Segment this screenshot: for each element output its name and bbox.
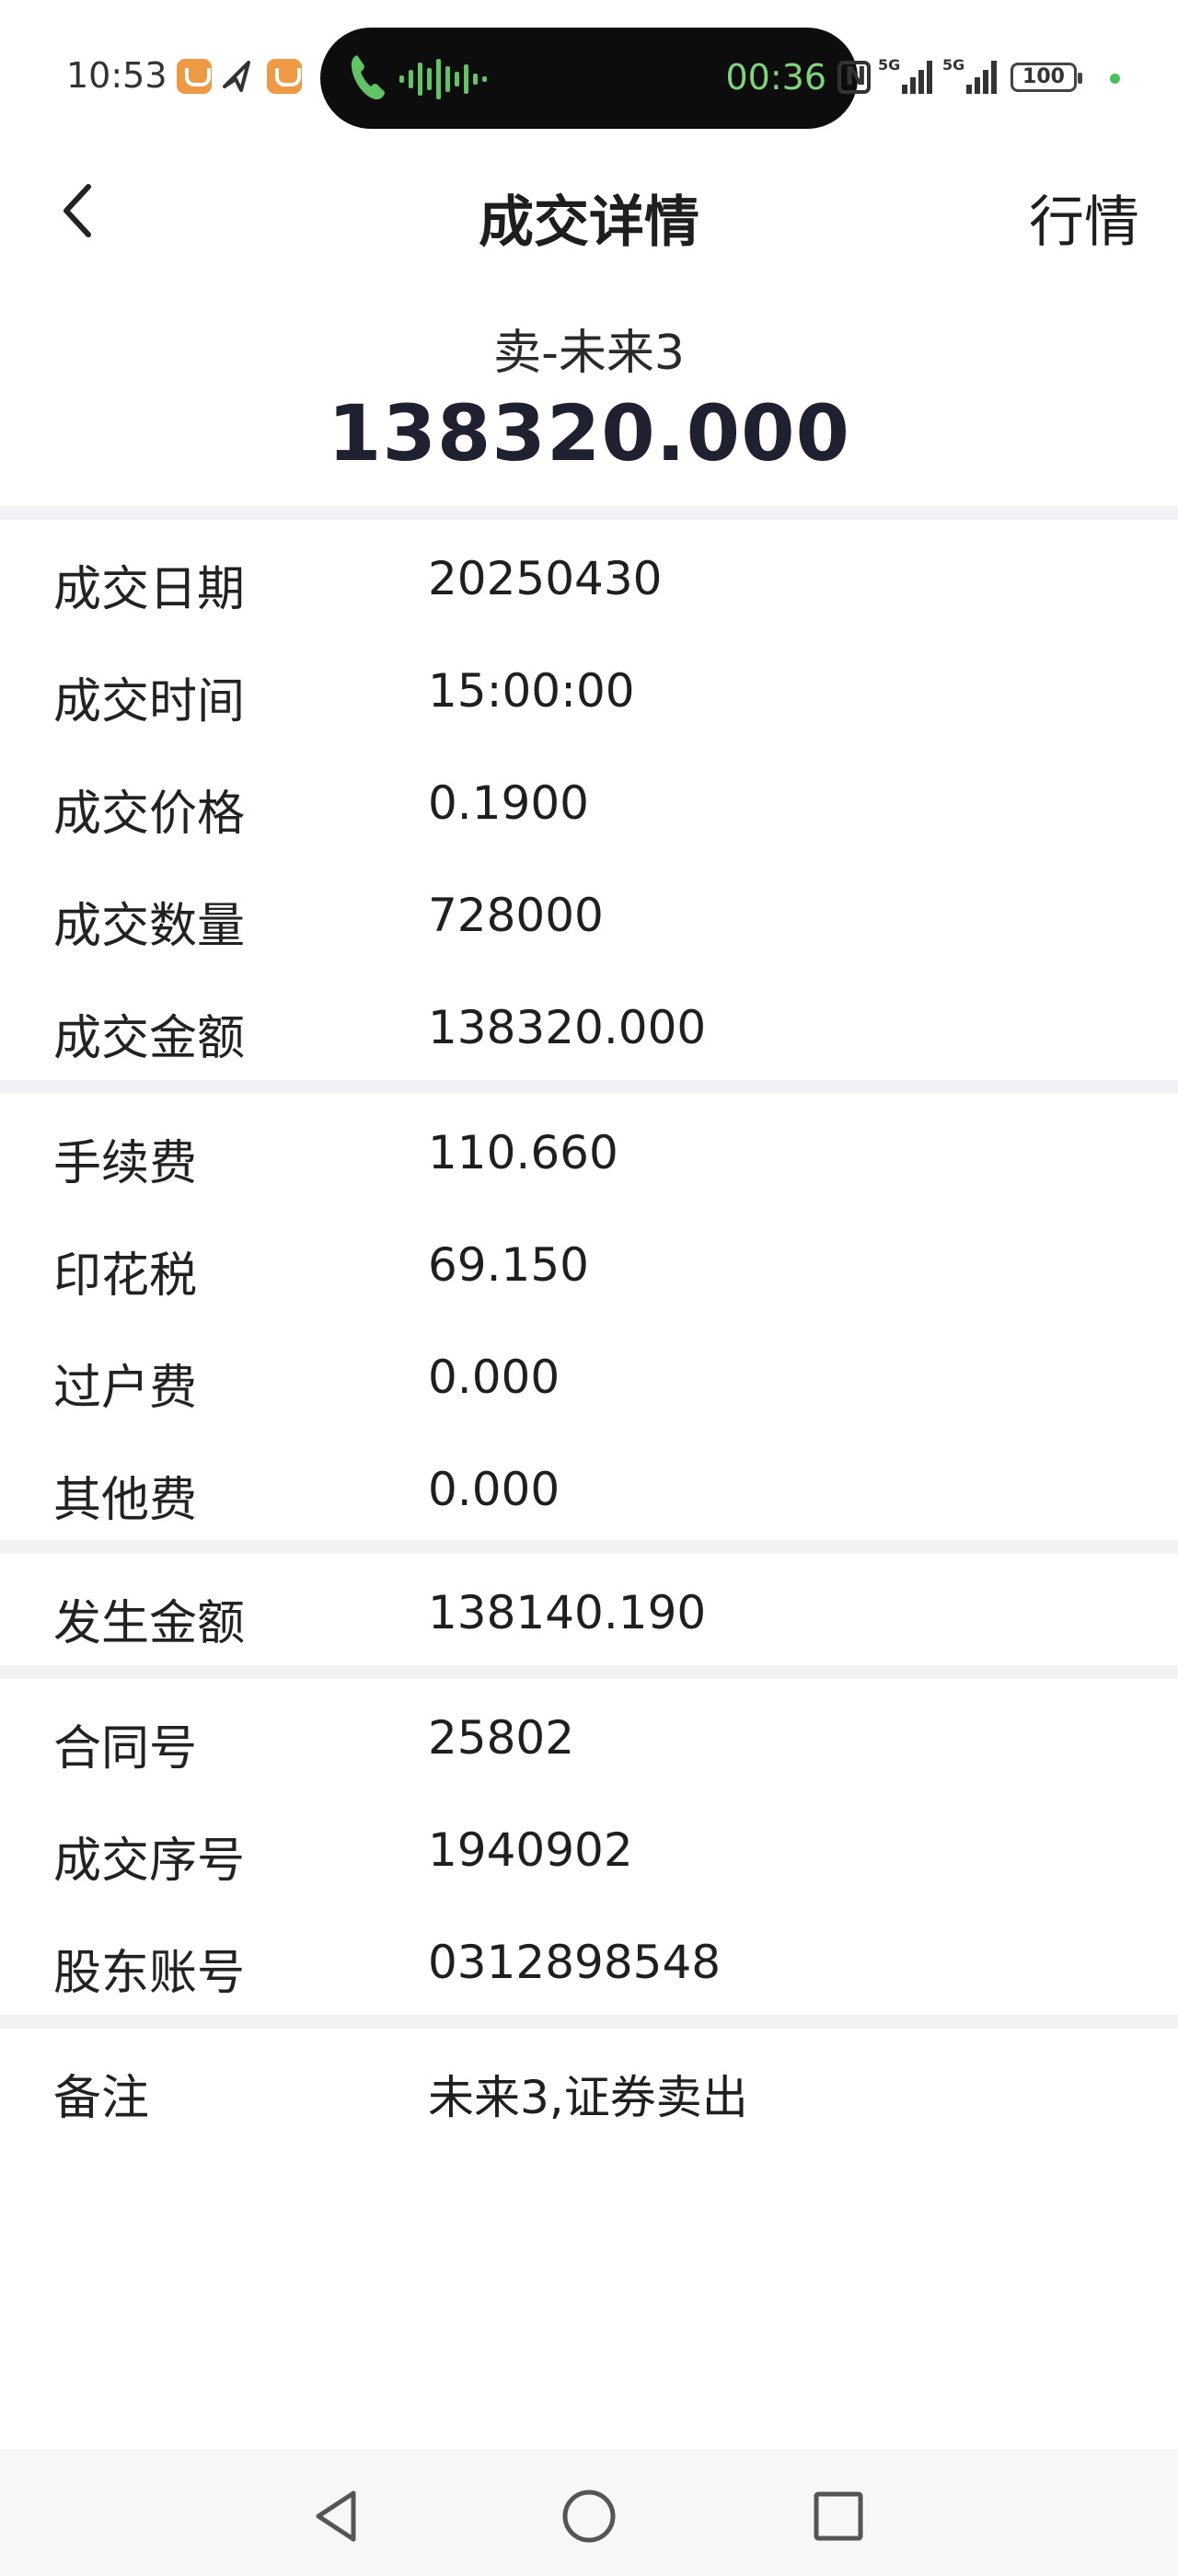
voice-wave-icon bbox=[399, 59, 487, 99]
section-divider bbox=[0, 506, 1178, 520]
svg-text:5G: 5G bbox=[942, 56, 964, 74]
detail-row-trade-date: 成交日期 20250430 bbox=[0, 523, 1178, 635]
detail-row-remark: 备注 未来3,证券卖出 bbox=[0, 2031, 1178, 2144]
app-notification-icon bbox=[177, 59, 212, 94]
detail-value: 未来3,证券卖出 bbox=[428, 2071, 748, 2124]
detail-value: 15:00:00 bbox=[428, 664, 635, 718]
detail-row-other-fee: 其他费 0.000 bbox=[0, 1433, 1178, 1546]
call-duration: 00:36 bbox=[725, 57, 826, 98]
battery-icon: 100 bbox=[1011, 63, 1082, 92]
detail-row-stamp-duty: 印花税 69.150 bbox=[0, 1209, 1178, 1321]
app-notification-icon-2 bbox=[267, 59, 302, 94]
top-nav-bar: 成交详情 行情 bbox=[0, 152, 1178, 271]
status-icons: 5G 5G 100 bbox=[837, 53, 1150, 99]
detail-value: 0312898548 bbox=[428, 1936, 722, 1989]
detail-label: 股东账号 bbox=[53, 1946, 246, 2001]
svg-text:5G: 5G bbox=[878, 56, 900, 74]
detail-value: 110.660 bbox=[428, 1126, 618, 1179]
detail-value: 20250430 bbox=[428, 552, 663, 605]
detail-label: 成交价格 bbox=[53, 787, 246, 842]
detail-row-net-amount: 发生金额 138140.190 bbox=[0, 1557, 1178, 1669]
section-divider bbox=[0, 1665, 1178, 1679]
ongoing-call-pill[interactable]: 00:36 bbox=[320, 28, 858, 129]
detail-label: 成交时间 bbox=[53, 674, 246, 730]
detail-row-commission: 手续费 110.660 bbox=[0, 1097, 1178, 1209]
section-divider bbox=[0, 1080, 1178, 1094]
detail-value: 138140.190 bbox=[428, 1586, 707, 1639]
detail-row-trade-price: 成交价格 0.1900 bbox=[0, 747, 1178, 859]
detail-row-transfer-fee: 过户费 0.000 bbox=[0, 1321, 1178, 1433]
system-navigation-bar bbox=[0, 2449, 1178, 2576]
detail-value: 69.150 bbox=[428, 1238, 589, 1292]
detail-row-contract-no: 合同号 25802 bbox=[0, 1682, 1178, 1794]
phone-icon bbox=[351, 55, 385, 100]
detail-label: 成交金额 bbox=[53, 1011, 246, 1066]
detail-value: 25802 bbox=[428, 1711, 575, 1765]
detail-value: 0.000 bbox=[428, 1351, 560, 1404]
detail-row-trade-quantity: 成交数量 728000 bbox=[0, 859, 1178, 972]
detail-label: 手续费 bbox=[53, 1136, 198, 1191]
section-divider bbox=[0, 2015, 1178, 2029]
trade-amount: 138320.000 bbox=[328, 388, 850, 478]
detail-label: 备注 bbox=[53, 2071, 150, 2126]
detail-row-trade-amount: 成交金额 138320.000 bbox=[0, 972, 1178, 1084]
detail-value: 1940902 bbox=[428, 1823, 633, 1877]
trade-summary: 卖-未来3 138320.000 bbox=[0, 299, 1178, 506]
detail-label: 印花税 bbox=[53, 1248, 198, 1304]
detail-label: 其他费 bbox=[53, 1473, 198, 1528]
detail-value: 138320.000 bbox=[428, 1001, 707, 1054]
nav-recents-icon[interactable] bbox=[806, 2484, 871, 2548]
section-divider bbox=[0, 1540, 1178, 1554]
status-bar: 10:53 00:36 5G bbox=[0, 0, 1178, 138]
back-arrow-icon[interactable] bbox=[46, 170, 120, 253]
detail-value: 0.000 bbox=[428, 1463, 560, 1516]
detail-row-trade-serial: 成交序号 1940902 bbox=[0, 1794, 1178, 1906]
detail-value: 0.1900 bbox=[428, 776, 589, 830]
detail-label: 发生金额 bbox=[53, 1596, 246, 1651]
trade-direction-security: 卖-未来3 bbox=[493, 326, 685, 381]
detail-row-trade-time: 成交时间 15:00:00 bbox=[0, 635, 1178, 747]
detail-label: 成交日期 bbox=[53, 562, 246, 617]
status-time: 10:53 bbox=[66, 55, 167, 96]
signal-5g-icon-2: 5G bbox=[942, 56, 997, 94]
send-notification-icon bbox=[223, 61, 250, 92]
market-quote-button[interactable]: 行情 bbox=[1029, 178, 1139, 258]
detail-row-shareholder-account: 股东账号 0312898548 bbox=[0, 1906, 1178, 2018]
detail-label: 成交序号 bbox=[53, 1834, 246, 1889]
detail-label: 过户费 bbox=[53, 1361, 198, 1416]
nfc-icon bbox=[837, 61, 871, 94]
nav-home-icon[interactable] bbox=[557, 2484, 621, 2548]
signal-5g-icon: 5G bbox=[878, 56, 932, 94]
detail-value: 728000 bbox=[428, 889, 604, 942]
detail-label: 成交数量 bbox=[53, 899, 246, 954]
detail-label: 合同号 bbox=[53, 1721, 198, 1777]
privacy-indicator-dot bbox=[1110, 74, 1120, 84]
page-title: 成交详情 bbox=[479, 190, 699, 255]
nav-back-icon[interactable] bbox=[306, 2484, 370, 2548]
